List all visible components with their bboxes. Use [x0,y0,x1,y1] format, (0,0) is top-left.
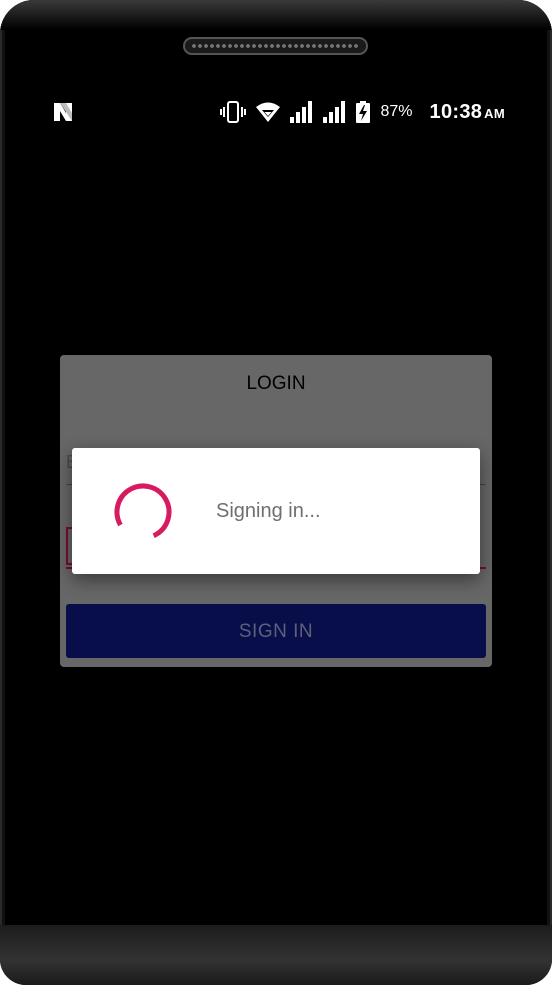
progress-message: Signing in... [216,500,321,522]
loading-spinner-icon [114,483,172,541]
login-title: LOGIN [246,373,306,394]
status-clock: 10:38 AM [430,101,505,124]
n-notification-icon [54,103,72,121]
vibrate-icon [220,101,247,123]
phone-chin [0,925,552,985]
signal-icon [290,101,313,123]
clock-ampm: AM [484,105,505,121]
status-bar: 87% 10:38 AM [0,95,552,129]
progress-dialog: Signing in... [72,448,480,574]
wifi-icon [256,102,281,122]
earpiece-speaker [183,37,368,55]
phone-frame: 87% 10:38AM LOGIN E SIGN IN Signing in..… [0,0,552,985]
sign-in-button[interactable]: SIGN IN [66,604,486,658]
battery-percent: 87% [380,103,413,120]
battery-charging-icon [356,101,371,123]
clock-time: 10:38 [429,100,483,123]
signal-icon [323,101,346,123]
